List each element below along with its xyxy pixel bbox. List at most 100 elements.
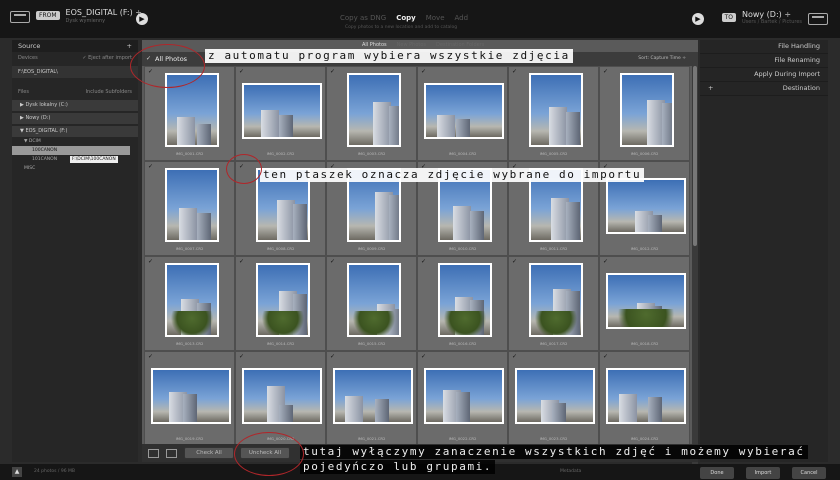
sort-menu[interactable]: Sort: Capture Time ÷	[638, 56, 686, 61]
folder-100canon[interactable]: 100CANON	[12, 146, 130, 155]
photo-cell[interactable]: ✓ IMG_0013.CR2	[144, 256, 235, 351]
mode-copy[interactable]: Copy	[396, 14, 416, 22]
source-name[interactable]: EOS_DIGITAL (F:) ÷	[66, 8, 142, 18]
photo-thumbnail[interactable]	[529, 263, 583, 337]
building-shape	[177, 117, 195, 145]
panel-destination[interactable]: + Destination	[700, 82, 828, 96]
include-checkbox[interactable]: ✓	[330, 68, 335, 75]
photo-thumbnail[interactable]	[347, 73, 401, 147]
include-checkbox[interactable]: ✓	[239, 353, 244, 360]
photo-thumbnail[interactable]	[515, 368, 595, 424]
include-subfolders-checkbox[interactable]: Include Subfolders	[86, 89, 132, 95]
building-shape	[619, 394, 637, 422]
collapse-arrow-icon[interactable]: ▲	[12, 467, 22, 477]
include-checkbox[interactable]: ✓	[512, 258, 517, 265]
include-checkbox[interactable]: ✓	[239, 258, 244, 265]
photo-thumbnail[interactable]	[620, 73, 674, 147]
drive-c[interactable]: ▶ Dysk lokalny (C:)	[12, 100, 138, 111]
include-checkbox[interactable]: ✓	[421, 353, 426, 360]
loupe-view-icon[interactable]	[166, 449, 177, 458]
include-checkbox[interactable]: ✓	[330, 353, 335, 360]
tab-all-photos[interactable]: All Photos	[362, 42, 387, 48]
folder-label: 100CANON	[32, 148, 58, 153]
photo-cell[interactable]: ✓ IMG_0002.CR2	[235, 66, 326, 161]
photo-cell[interactable]: ✓ IMG_0007.CR2	[144, 161, 235, 256]
tab-new-photos[interactable]: New Photos	[397, 42, 426, 48]
photo-cell[interactable]: ✓ IMG_0024.CR2	[599, 351, 690, 446]
photo-count: 24 photos / 96 MB	[34, 469, 75, 474]
photo-thumbnail[interactable]	[333, 368, 413, 424]
panel-file-handling[interactable]: File Handling	[700, 40, 828, 54]
photo-thumbnail[interactable]	[424, 83, 504, 139]
drive-d[interactable]: ▶ Nowy (D:)	[12, 113, 138, 124]
drive-f[interactable]: ▼ EOS_DIGITAL (F:)	[12, 126, 138, 137]
photo-cell[interactable]: ✓ IMG_0014.CR2	[235, 256, 326, 351]
include-checkbox[interactable]: ✓	[330, 258, 335, 265]
photo-cell[interactable]: ✓ IMG_0023.CR2	[508, 351, 599, 446]
destination-name[interactable]: Nowy (D:) ÷	[742, 10, 802, 19]
photo-cell[interactable]: ✓ IMG_0022.CR2	[417, 351, 508, 446]
mode-copy-dng[interactable]: Copy as DNG	[340, 14, 386, 22]
metadata-preset[interactable]: Metadata	[560, 469, 581, 474]
include-checkbox[interactable]: ✓	[148, 353, 153, 360]
photo-thumbnail[interactable]	[242, 83, 322, 139]
photo-thumbnail[interactable]	[438, 263, 492, 337]
photo-thumbnail[interactable]	[606, 273, 686, 329]
plus-icon[interactable]: +	[708, 84, 713, 93]
tab-destination-folders[interactable]: Destination Folders	[436, 42, 484, 48]
photo-thumbnail[interactable]	[151, 368, 231, 424]
photo-cell[interactable]: ✓ IMG_0016.CR2	[417, 256, 508, 351]
panel-file-renaming[interactable]: File Renaming	[700, 54, 828, 68]
include-checkbox[interactable]: ✓	[512, 68, 517, 75]
grid-scrollbar[interactable]	[692, 66, 698, 480]
photo-cell[interactable]: ✓ IMG_0015.CR2	[326, 256, 417, 351]
photo-thumbnail[interactable]	[165, 168, 219, 242]
photo-cell[interactable]: ✓ IMG_0017.CR2	[508, 256, 599, 351]
mode-move[interactable]: Move	[426, 14, 445, 22]
photo-cell[interactable]: ✓ IMG_0003.CR2	[326, 66, 417, 161]
include-checkbox[interactable]: ✓	[421, 68, 426, 75]
destination-selector[interactable]: TO Nowy (D:) ÷ Users / Bartek / Pictures	[721, 10, 828, 25]
done-button[interactable]: Done	[700, 467, 734, 479]
photo-thumbnail[interactable]	[606, 368, 686, 424]
photo-cell[interactable]: ✓ IMG_0018.CR2	[599, 256, 690, 351]
scroll-thumb[interactable]	[693, 66, 697, 246]
include-checkbox[interactable]: ✓	[421, 258, 426, 265]
check-all-button[interactable]: Check All	[184, 447, 234, 459]
include-checkbox[interactable]: ✓	[603, 258, 608, 265]
photo-thumbnail[interactable]	[424, 368, 504, 424]
from-badge: FROM	[36, 11, 60, 20]
include-checkbox[interactable]: ✓	[148, 163, 153, 170]
import-button[interactable]: Import	[746, 467, 780, 479]
photo-cell[interactable]: ✓ IMG_0005.CR2	[508, 66, 599, 161]
include-checkbox[interactable]: ✓	[603, 68, 608, 75]
photo-thumbnail[interactable]	[529, 73, 583, 147]
photo-thumbnail[interactable]	[242, 368, 322, 424]
include-checkbox[interactable]: ✓	[512, 353, 517, 360]
folder-misc[interactable]: MISC	[12, 164, 138, 173]
cancel-button[interactable]: Cancel	[792, 467, 826, 479]
panel-apply-during-import[interactable]: Apply During Import	[700, 68, 828, 82]
include-checkbox[interactable]: ✓	[239, 68, 244, 75]
photo-thumbnail[interactable]	[165, 263, 219, 337]
device-item[interactable]: F:\EOS_DIGITAL\	[12, 66, 138, 78]
include-checkbox[interactable]: ✓	[603, 353, 608, 360]
photo-cell[interactable]: ✓ IMG_0006.CR2	[599, 66, 690, 161]
photo-thumbnail[interactable]	[256, 263, 310, 337]
eject-checkbox[interactable]: ✓ Eject after import	[82, 55, 132, 61]
folder-dcim[interactable]: ▼ DCIM	[12, 137, 138, 146]
source-panel-header[interactable]: Source +	[12, 40, 138, 52]
include-checkbox[interactable]: ✓	[148, 258, 153, 265]
plus-icon[interactable]: +	[127, 42, 132, 50]
mode-add[interactable]: Add	[455, 14, 469, 22]
photo-thumbnail[interactable]	[606, 178, 686, 234]
grid-view-icon[interactable]	[148, 449, 159, 458]
photo-cell[interactable]: ✓ IMG_0019.CR2	[144, 351, 235, 446]
photo-cell[interactable]: ✓ IMG_0020.CR2	[235, 351, 326, 446]
folder-label: 101CANON	[32, 157, 58, 162]
photo-cell[interactable]: ✓ IMG_0021.CR2	[326, 351, 417, 446]
source-panel: Source + Devices ✓ Eject after import F:…	[12, 40, 138, 462]
source-selector[interactable]: FROM EOS_DIGITAL (F:) ÷ Dysk wymienny	[10, 8, 142, 24]
photo-cell[interactable]: ✓ IMG_0004.CR2	[417, 66, 508, 161]
photo-thumbnail[interactable]	[347, 263, 401, 337]
